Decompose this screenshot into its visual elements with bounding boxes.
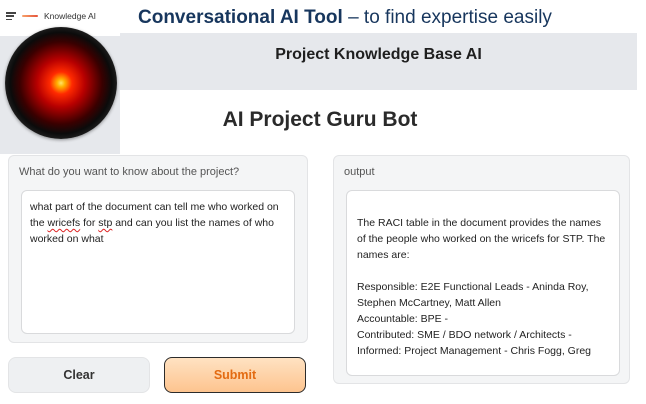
slide-title: Conversational AI Tool – to find experti… [138, 7, 552, 29]
submit-button[interactable]: Submit [164, 357, 306, 393]
question-text-part: for [80, 217, 99, 229]
slide-title-bold: Conversational AI Tool [138, 7, 343, 28]
output-text[interactable]: The RACI table in the document provides … [346, 190, 620, 376]
page-title: Project Knowledge Base AI [275, 46, 482, 63]
hal-eye-avatar-icon [5, 27, 117, 139]
bot-title: AI Project Guru Bot [222, 108, 418, 131]
question-input[interactable]: what part of the document can tell me wh… [21, 190, 295, 334]
misspelled-word: wricefs [47, 217, 81, 229]
top-nav: Knowledge AI [6, 8, 96, 24]
output-panel: output The RACI table in the document pr… [333, 155, 630, 384]
question-label: What do you want to know about the proje… [19, 166, 240, 178]
question-panel: What do you want to know about the proje… [8, 155, 308, 343]
clear-button[interactable]: Clear [8, 357, 150, 393]
brand-logo-icon [22, 13, 38, 19]
header-band: Project Knowledge Base AI [120, 33, 637, 90]
menu-icon[interactable] [6, 12, 16, 20]
brand-name: Knowledge AI [44, 11, 96, 21]
slide-title-rest: – to find expertise easily [342, 7, 552, 28]
misspelled-word: stp [98, 217, 113, 229]
output-label: output [344, 166, 375, 178]
